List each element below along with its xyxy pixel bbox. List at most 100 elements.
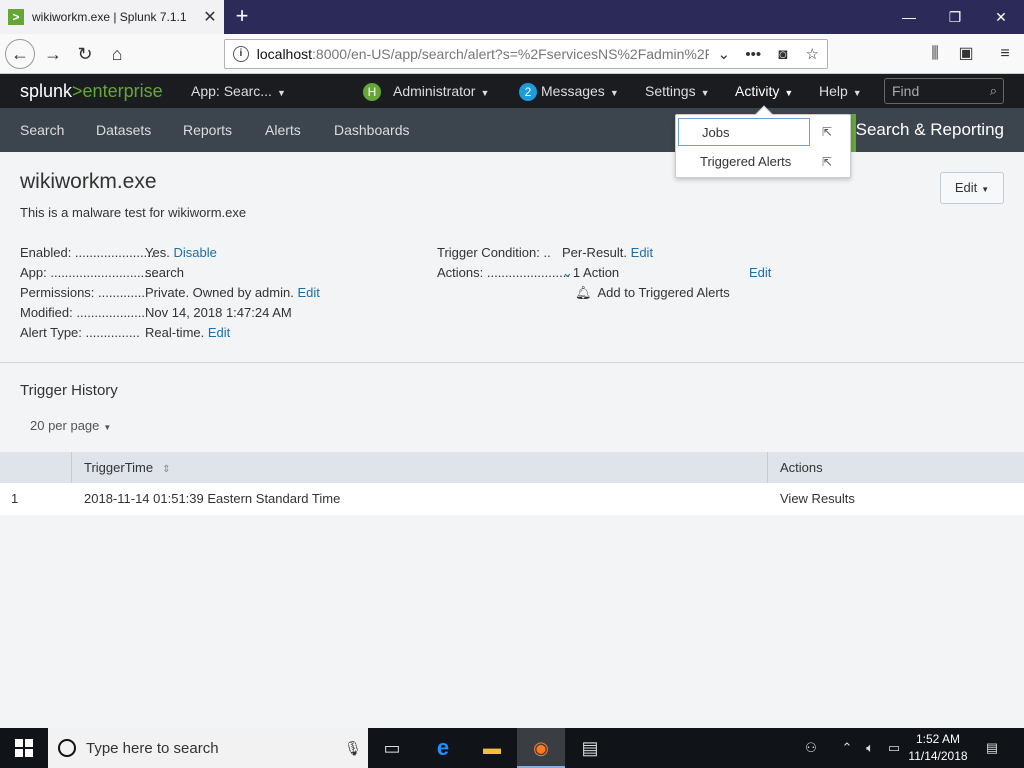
column-header-triggertime[interactable]: TriggerTime ⇕ bbox=[84, 452, 171, 483]
site-info-icon[interactable]: i bbox=[233, 46, 249, 62]
activity-dropdown: Jobs ⇱ Triggered Alerts ⇱ bbox=[675, 105, 851, 178]
nav-dashboards[interactable]: Dashboards bbox=[334, 108, 410, 152]
chevron-down-icon[interactable]: ⌄ bbox=[562, 265, 573, 280]
nav-search[interactable]: Search bbox=[20, 108, 64, 152]
nav-datasets[interactable]: Datasets bbox=[96, 108, 151, 152]
disable-link[interactable]: Disable bbox=[173, 245, 216, 260]
splunk-favicon-icon: > bbox=[8, 9, 24, 25]
edit-alert-type-link[interactable]: Edit bbox=[208, 325, 230, 340]
trigger-history-title: Trigger History bbox=[20, 382, 118, 399]
section-divider bbox=[0, 362, 1024, 363]
menu-hamburger-icon[interactable]: ≡ bbox=[990, 39, 1020, 69]
bookmark-star-icon[interactable]: ☆ bbox=[798, 45, 828, 63]
user-avatar: H bbox=[363, 83, 381, 101]
external-link-icon[interactable]: ⇱ bbox=[822, 125, 832, 139]
splunk-header: splunk>enterprise App: Searc... ▼ H Admini… bbox=[0, 74, 1024, 108]
table-row: 1 2018-11-14 01:51:39 Eastern Standard T… bbox=[0, 483, 1024, 515]
splunk-logo[interactable]: splunk>enterprise bbox=[20, 81, 163, 102]
edge-browser-icon[interactable]: e bbox=[419, 728, 467, 768]
network-icon[interactable]: ▭ bbox=[884, 728, 904, 768]
messages-count-badge: 2 bbox=[519, 83, 537, 101]
caret-down-icon: ▼ bbox=[981, 185, 990, 194]
file-explorer-icon[interactable]: ▬ bbox=[468, 728, 516, 768]
tab-title: wikiworkm.exe | Splunk 7.1.1 bbox=[32, 10, 187, 24]
settings-menu[interactable]: Settings ▼ bbox=[645, 74, 710, 108]
action-item: 🔔︎ Add to Triggered Alerts bbox=[575, 285, 730, 300]
caret-down-icon: ▼ bbox=[784, 88, 794, 98]
people-icon[interactable]: ⚇ bbox=[800, 728, 822, 768]
app-bar: Search Datasets Reports Alerts Dashboard… bbox=[0, 108, 1024, 152]
view-results-link[interactable]: View Results bbox=[780, 483, 855, 515]
column-separator bbox=[71, 452, 72, 483]
taskbar-clock[interactable]: 1:52 AM 11/14/2018 bbox=[902, 731, 974, 765]
main-content: wikiworkm.exe This is a malware test for… bbox=[0, 152, 1024, 728]
app-menu[interactable]: App: Searc... ▼ bbox=[191, 74, 286, 108]
user-menu[interactable]: H Administrator ▼ bbox=[363, 74, 489, 108]
table-header: TriggerTime ⇕ Actions bbox=[0, 452, 1024, 483]
prop-permissions: Permissions: ............. Private. Owne… bbox=[20, 285, 320, 300]
firefox-icon[interactable]: ◉ bbox=[517, 728, 565, 768]
activity-menu[interactable]: Activity ▼ bbox=[735, 74, 793, 108]
help-menu[interactable]: Help ▼ bbox=[819, 74, 862, 108]
nav-alerts[interactable]: Alerts bbox=[265, 108, 301, 152]
pocket-icon[interactable]: ◙ bbox=[768, 46, 798, 63]
bell-icon: 🔔︎ bbox=[575, 285, 592, 300]
caret-down-icon: ▼ bbox=[276, 88, 286, 98]
find-input[interactable]: Find ⌕ bbox=[884, 78, 1004, 104]
prop-app: App: .............................. sear… bbox=[20, 265, 185, 280]
microphone-icon[interactable]: 🎙︎ bbox=[338, 740, 368, 757]
edit-actions-link[interactable]: Edit bbox=[749, 265, 771, 280]
minimize-button[interactable]: — bbox=[886, 0, 932, 34]
row-index: 1 bbox=[11, 491, 19, 506]
caret-down-icon: ▼ bbox=[480, 88, 490, 98]
prop-modified: Modified: ................... Nov 14, 20… bbox=[20, 305, 292, 320]
prop-actions: Actions: ....................... ⌄1 Acti… bbox=[437, 265, 772, 280]
reload-icon[interactable]: ↻ bbox=[70, 39, 100, 69]
app-title[interactable]: Search & Reporting bbox=[856, 108, 1004, 152]
taskbar-search-input[interactable]: Type here to search 🎙︎ bbox=[48, 728, 368, 768]
task-view-icon[interactable]: ▭ bbox=[368, 728, 416, 768]
sort-icon[interactable]: ⇕ bbox=[162, 464, 170, 475]
messages-menu[interactable]: 2 Messages ▼ bbox=[519, 74, 619, 108]
back-arrow-icon[interactable]: ← bbox=[5, 39, 35, 69]
new-tab-button[interactable]: + bbox=[228, 2, 256, 32]
home-icon[interactable]: ⌂ bbox=[102, 39, 132, 69]
chevron-up-icon[interactable]: ⌃ bbox=[838, 728, 856, 768]
app-window-icon[interactable]: ▤ bbox=[566, 728, 614, 768]
edit-button[interactable]: Edit ▼ bbox=[940, 172, 1004, 204]
menu-item-jobs[interactable]: Jobs bbox=[678, 118, 810, 146]
prop-alert-type: Alert Type: ............... Real-time. E… bbox=[20, 325, 231, 340]
url-text[interactable]: localhost:8000/en-US/app/search/alert?s=… bbox=[257, 46, 709, 62]
page-actions-icon[interactable]: ••• bbox=[739, 46, 769, 63]
browser-navbar: ← → ↻ ⌂ i localhost:8000/en-US/app/searc… bbox=[0, 34, 1024, 74]
alert-description: This is a malware test for wikiworm.exe bbox=[20, 205, 247, 220]
windows-start-icon[interactable] bbox=[0, 728, 48, 768]
windows-taskbar: Type here to search 🎙︎ ▭ e ▬ ◉ ▤ ⚇ ⌃ 🔈︎ … bbox=[0, 728, 1024, 768]
external-link-icon[interactable]: ⇱ bbox=[822, 155, 832, 169]
edit-trigger-condition-link[interactable]: Edit bbox=[631, 245, 653, 260]
library-icon[interactable]: ⫼ bbox=[920, 39, 950, 69]
close-window-button[interactable]: ✕ bbox=[978, 0, 1024, 34]
nav-reports[interactable]: Reports bbox=[183, 108, 232, 152]
url-bar[interactable]: i localhost:8000/en-US/app/search/alert?… bbox=[224, 39, 828, 69]
prop-enabled: Enabled: ...................... Yes. Dis… bbox=[20, 245, 217, 260]
caret-down-icon: ▼ bbox=[700, 88, 710, 98]
page-title: wikiworkm.exe bbox=[20, 170, 157, 193]
column-separator bbox=[767, 452, 768, 483]
url-dropdown-chevron-icon[interactable]: ⌄ bbox=[709, 45, 739, 63]
restore-button[interactable]: ❐ bbox=[932, 0, 978, 34]
browser-titlebar: > wikiworkm.exe | Splunk 7.1.1 ✕ + — ❐ ✕ bbox=[0, 0, 1024, 34]
volume-muted-icon[interactable]: 🔈︎ bbox=[860, 728, 880, 768]
browser-tab[interactable]: > wikiworkm.exe | Splunk 7.1.1 ✕ bbox=[0, 0, 224, 34]
column-header-actions: Actions bbox=[780, 460, 823, 475]
edit-permissions-link[interactable]: Edit bbox=[297, 285, 319, 300]
caret-down-icon: ▼ bbox=[103, 423, 112, 432]
caret-down-icon: ▼ bbox=[609, 88, 619, 98]
sidebar-icon[interactable]: ▣ bbox=[951, 39, 981, 69]
cortana-icon bbox=[58, 739, 76, 757]
notifications-icon[interactable]: ▤ bbox=[980, 728, 1004, 768]
prop-trigger-condition: Trigger Condition: .. Per-Result. Edit bbox=[437, 245, 654, 260]
tab-close-icon[interactable]: ✕ bbox=[200, 7, 220, 27]
forward-arrow-icon[interactable]: → bbox=[38, 39, 68, 69]
per-page-select[interactable]: 20 per page ▼ bbox=[30, 418, 111, 433]
